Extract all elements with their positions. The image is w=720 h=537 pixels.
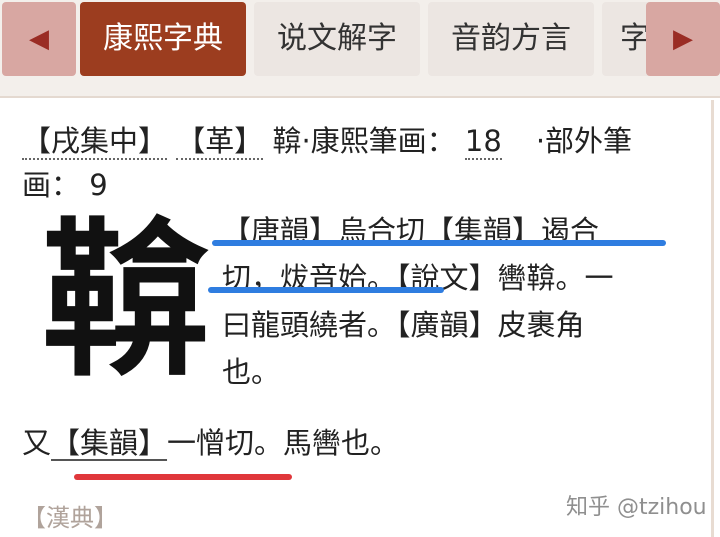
tab-scroll-right-button[interactable]: ▶ [646,2,720,76]
blue-highlight-mark [208,287,444,293]
blue-highlight-mark [212,240,666,246]
again-source-tag[interactable]: 【集韻】 [51,426,167,460]
definition-block: 【唐韻】烏合切【集韻】遏合 切，炦音姶。【說文】轡鞥。一 曰龍頭繞者。【廣韻】皮… [222,208,672,396]
tab-kangxi-dictionary[interactable]: 康熙字典 [80,2,246,76]
definition-line: 也。 [222,355,281,389]
character-glyph: 鞥 [42,201,210,399]
watermark: 知乎 @tzihou [566,495,707,520]
collection-tag[interactable]: 【戌集中】 [22,124,168,160]
chevron-right-icon: ▶ [673,24,693,54]
alternate-reading: 又【集韻】一憎切。馬轡也。 [22,420,399,466]
section-label-handian: 【漢典】 [22,504,118,532]
outside-stroke-count: 9 [89,168,108,202]
entry-header: 【戌集中】 【革】 鞥·康熙筆画： 18 ·部外筆 [22,118,632,164]
dictionary-tab-bar: ◀ 康熙字典 说文解字 音韵方言 字 ▶ [0,0,720,98]
definition-line: 切，炦音姶。【說文】轡鞥。一 [222,261,614,295]
definition-line: 曰龍頭繞者。【廣韻】皮裹角 [222,308,585,342]
tab-scroll-left-button[interactable]: ◀ [2,2,76,76]
stroke-count[interactable]: 18 [464,124,502,160]
chevron-left-icon: ◀ [29,24,49,54]
outside-stroke-label: ·部外筆 [535,124,633,158]
radical-tag[interactable]: 【革】 [176,124,264,160]
definition-line: 【唐韻】烏合切【集韻】遏合 [222,214,600,248]
again-text: 一憎切。馬轡也。 [167,426,400,460]
char-stroke-label: 鞥·康熙筆画： [272,124,456,158]
tab-shuowen-jiezi[interactable]: 说文解字 [254,2,420,76]
content-border [711,100,714,537]
red-highlight-mark [74,474,292,480]
tab-phonology-dialect[interactable]: 音韵方言 [428,2,594,76]
outside-stroke-label-2: 画： [22,168,81,202]
again-prefix: 又 [22,426,52,460]
